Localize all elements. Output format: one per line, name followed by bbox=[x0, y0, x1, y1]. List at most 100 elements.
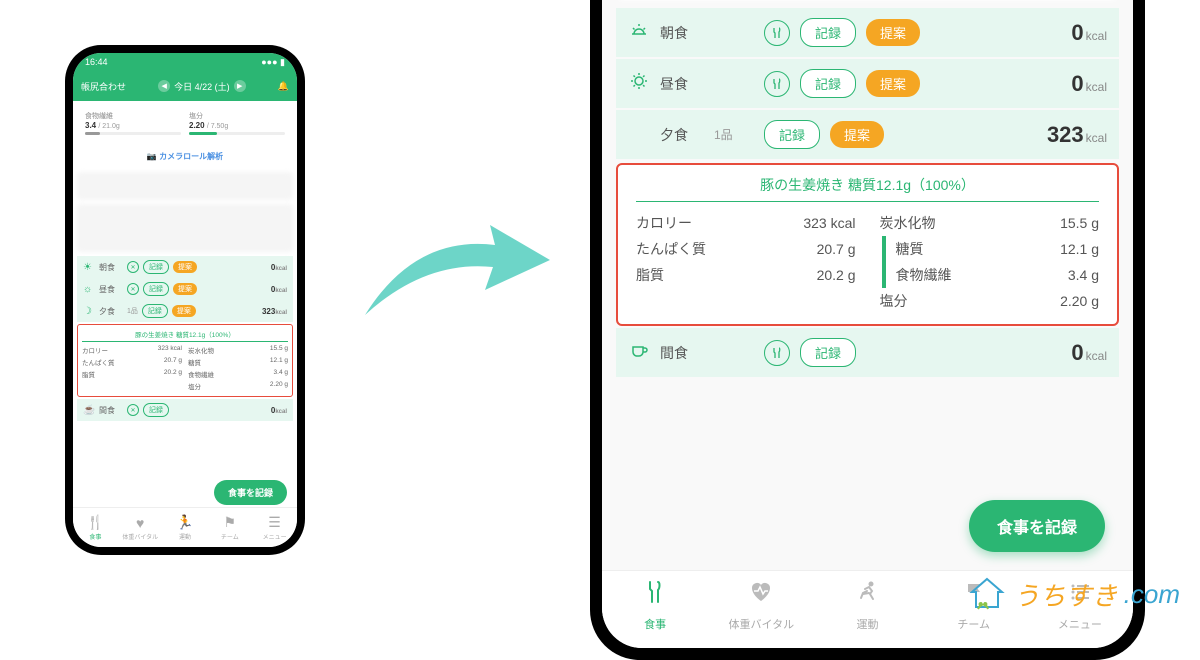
calorie-value: 323 kcal bbox=[803, 215, 855, 231]
suggest-button[interactable]: 提案 bbox=[866, 19, 920, 46]
sun-icon: ☼ bbox=[83, 284, 95, 295]
header-title: 帳尻合わせ bbox=[81, 80, 126, 93]
record-button[interactable]: 記録 bbox=[143, 403, 169, 417]
sunrise-icon: ☀ bbox=[83, 262, 95, 273]
record-button[interactable]: 記録 bbox=[800, 338, 856, 367]
sun-icon bbox=[628, 71, 650, 96]
carb-label: 炭水化物 bbox=[880, 213, 936, 233]
detail-right-column: 炭水化物15.5 g 糖質12.1 g 食物繊維3.4 g 塩分2.20 g bbox=[880, 210, 1100, 314]
sugar-label: 糖質 bbox=[896, 239, 924, 259]
tab-bar: 🍴食事 ♥体重バイタル 🏃運動 ⚑チーム ☰メニュー bbox=[73, 507, 297, 547]
salt-label: 塩分 bbox=[189, 111, 285, 121]
camera-roll-button[interactable]: 📷 カメラロール解析 bbox=[77, 145, 293, 168]
fiber-value: 3.4 bbox=[85, 121, 96, 130]
kcal-value: 0kcal bbox=[1071, 340, 1107, 366]
meal-row-breakfast: 朝食 記録 提案 0kcal bbox=[616, 8, 1119, 57]
small-screen: 16:44 ●●● ▮ 帳尻合わせ ◀ 今日 4/22 (土) ▶ 🔔 食物繊維… bbox=[73, 53, 297, 547]
tab-exercise[interactable]: 🏃運動 bbox=[163, 508, 208, 547]
run-icon: 🏃 bbox=[176, 514, 193, 531]
watermark-domain: .com bbox=[1124, 579, 1180, 610]
meal-row-lunch: 昼食 記録 提案 0kcal bbox=[616, 59, 1119, 108]
utensils-icon[interactable]: ✕ bbox=[127, 283, 139, 295]
salt-label: 塩分 bbox=[880, 291, 908, 311]
meal-count: 1品 bbox=[714, 126, 754, 143]
meal-name: 朝食 bbox=[660, 23, 704, 43]
date-navigator[interactable]: ◀ 今日 4/22 (土) ▶ bbox=[158, 80, 246, 93]
utensils-icon[interactable] bbox=[764, 71, 790, 97]
watermark: うちすき.com bbox=[966, 573, 1180, 615]
fiber-value: 3.4 g bbox=[1068, 267, 1099, 283]
meal-row-dinner: ☽ 夕食 1品 記録 提案 323kcal bbox=[77, 300, 293, 322]
heart-icon: ♥ bbox=[136, 515, 144, 531]
meal-name: 間食 bbox=[660, 343, 704, 363]
meal-name: 夕食 bbox=[660, 125, 704, 145]
fiber-label: 食物繊維 bbox=[85, 111, 181, 121]
house-icon bbox=[966, 573, 1008, 615]
small-phone-mockup: 16:44 ●●● ▮ 帳尻合わせ ◀ 今日 4/22 (土) ▶ 🔔 食物繊維… bbox=[65, 45, 305, 555]
sugar-value: 12.1 g bbox=[1060, 241, 1099, 257]
carb-value: 15.5 g bbox=[1060, 215, 1099, 231]
detail-title: 豚の生姜焼き 糖質12.1g（100%） bbox=[82, 329, 288, 342]
prev-day-icon[interactable]: ◀ bbox=[158, 80, 170, 92]
blurred-content bbox=[77, 172, 293, 200]
kcal-value: 323kcal bbox=[1047, 122, 1107, 148]
kcal-value: 0kcal bbox=[1071, 71, 1107, 97]
nutrition-summary: 食物繊維 3.4 / 21.0g 塩分 2.20 / 7.50g bbox=[77, 105, 293, 141]
utensils-icon[interactable] bbox=[764, 20, 790, 46]
app-header: 帳尻合わせ ◀ 今日 4/22 (土) ▶ 🔔 bbox=[73, 71, 297, 101]
utensils-icon: 🍴 bbox=[87, 514, 104, 531]
watermark-text: うちすき bbox=[1014, 576, 1118, 613]
protein-label: たんぱく質 bbox=[636, 239, 706, 259]
menu-icon: ☰ bbox=[268, 514, 281, 531]
meal-row-snack: ☕ 間食 ✕ 記録 0kcal bbox=[77, 399, 293, 421]
record-meal-button[interactable]: 食事を記録 bbox=[969, 500, 1105, 552]
status-icons: ●●● ▮ bbox=[261, 57, 285, 68]
suggest-button[interactable]: 提案 bbox=[866, 70, 920, 97]
cup-icon: ☕ bbox=[83, 405, 95, 416]
meal-name: 昼食 bbox=[660, 74, 704, 94]
nutrition-detail-panel: 豚の生姜焼き 糖質12.1g（100%） カロリー323 kcal たんぱく質2… bbox=[616, 163, 1119, 326]
large-phone-mockup: 朝食 記録 提案 0kcal 昼食 記録 提案 0kcal 夕食 1品 記録 提… bbox=[590, 0, 1145, 660]
record-button[interactable]: 記録 bbox=[142, 304, 168, 318]
status-time: 16:44 bbox=[85, 57, 108, 67]
sunrise-icon bbox=[628, 20, 650, 45]
suggest-button[interactable]: 提案 bbox=[173, 283, 197, 295]
meal-row-snack: 間食 記録 0kcal bbox=[616, 328, 1119, 377]
calorie-label: カロリー bbox=[636, 213, 692, 233]
record-meal-button[interactable]: 食事を記録 bbox=[214, 480, 287, 505]
cup-icon bbox=[628, 340, 650, 365]
suggest-button[interactable]: 提案 bbox=[172, 305, 196, 317]
kcal-value: 0kcal bbox=[1071, 20, 1107, 46]
record-button[interactable]: 記録 bbox=[143, 260, 169, 274]
utensils-icon[interactable]: ✕ bbox=[127, 261, 139, 273]
salt-value: 2.20 bbox=[189, 121, 205, 130]
nutrition-detail-panel: 豚の生姜焼き 糖質12.1g（100%） カロリー323 kcal たんぱく質2… bbox=[77, 324, 293, 397]
current-date: 今日 4/22 (土) bbox=[174, 80, 230, 93]
record-button[interactable]: 記録 bbox=[800, 69, 856, 98]
utensils-icon[interactable]: ✕ bbox=[127, 404, 139, 416]
meal-row-dinner: 夕食 1品 記録 提案 323kcal bbox=[616, 110, 1119, 159]
record-button[interactable]: 記録 bbox=[800, 18, 856, 47]
detail-left-column: カロリー323 kcal たんぱく質20.7 g 脂質20.2 g bbox=[636, 210, 856, 314]
record-button[interactable]: 記録 bbox=[143, 282, 169, 296]
suggest-button[interactable]: 提案 bbox=[173, 261, 197, 273]
fiber-target: / 21.0g bbox=[98, 123, 119, 130]
meal-row-lunch: ☼ 昼食 ✕ 記録 提案 0kcal bbox=[77, 278, 293, 300]
utensils-icon[interactable] bbox=[764, 340, 790, 366]
next-day-icon[interactable]: ▶ bbox=[234, 80, 246, 92]
moon-icon: ☽ bbox=[83, 306, 95, 317]
blurred-content bbox=[77, 204, 293, 252]
tab-team[interactable]: ⚑チーム bbox=[207, 508, 252, 547]
heart-icon bbox=[748, 579, 774, 612]
protein-value: 20.7 g bbox=[817, 241, 856, 257]
tab-meal[interactable]: 🍴食事 bbox=[73, 508, 118, 547]
record-button[interactable]: 記録 bbox=[764, 120, 820, 149]
tab-menu[interactable]: ☰メニュー bbox=[252, 508, 297, 547]
suggest-button[interactable]: 提案 bbox=[830, 121, 884, 148]
arrow-icon bbox=[355, 195, 555, 335]
tab-vital[interactable]: ♥体重バイタル bbox=[118, 508, 163, 547]
salt-target: / 7.50g bbox=[207, 123, 228, 130]
bell-icon[interactable]: 🔔 bbox=[278, 81, 289, 92]
run-icon bbox=[855, 579, 881, 612]
fat-value: 20.2 g bbox=[817, 267, 856, 283]
